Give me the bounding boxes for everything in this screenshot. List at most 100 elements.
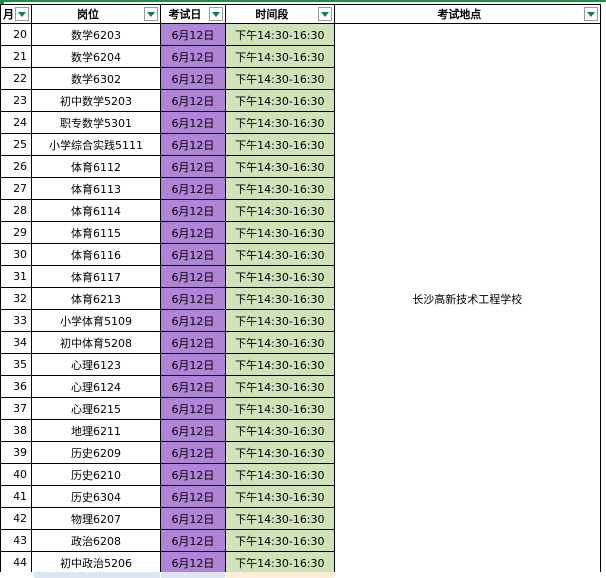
cell-date[interactable]: 6月12日 (159, 199, 227, 222)
cell-number[interactable]: 22 (0, 67, 33, 90)
cell-number[interactable]: 38 (0, 419, 33, 442)
cell-number[interactable]: 31 (0, 265, 33, 288)
cell-date[interactable]: 6月12日 (159, 133, 227, 156)
cell-time[interactable]: 下午14:30-16:30 (225, 45, 335, 68)
cell-date[interactable]: 6月12日 (159, 309, 227, 332)
cell-position[interactable]: 体育6112 (31, 155, 161, 178)
cell-number[interactable]: 43 (0, 529, 33, 552)
cell-position[interactable]: 心理6123 (31, 353, 161, 376)
cell-time[interactable]: 下午14:30-16:30 (225, 67, 335, 90)
cell-date[interactable]: 6月12日 (159, 177, 227, 200)
cell-position[interactable]: 初中政治5206 (31, 551, 161, 574)
cell-date[interactable]: 6月12日 (159, 353, 227, 376)
cell-position[interactable]: 数学6203 (31, 23, 161, 46)
cell-time[interactable]: 下午14:30-16:30 (225, 353, 335, 376)
cell-number[interactable]: 41 (0, 485, 33, 508)
cell-time[interactable]: 下午14:30-16:30 (225, 551, 335, 574)
cell-date[interactable]: 6月12日 (159, 529, 227, 552)
cell-location-merged[interactable]: 长沙高新技术工程学校 (333, 23, 602, 574)
cell-position[interactable]: 心理6124 (31, 375, 161, 398)
cell-number[interactable]: 20 (0, 23, 33, 46)
cell-position[interactable]: 物理6207 (31, 507, 161, 530)
cell-time[interactable]: 下午14:30-16:30 (225, 89, 335, 112)
cell-date[interactable]: 6月12日 (159, 441, 227, 464)
cell-number[interactable]: 34 (0, 331, 33, 354)
cell-date[interactable]: 6月12日 (159, 243, 227, 266)
cell-position[interactable]: 政治6208 (31, 529, 161, 552)
cell-time[interactable]: 下午14:30-16:30 (225, 287, 335, 310)
cell-number[interactable]: 33 (0, 309, 33, 332)
cell-number[interactable]: 37 (0, 397, 33, 420)
cell-time[interactable]: 下午14:30-16:30 (225, 309, 335, 332)
cell-position[interactable]: 历史6210 (31, 463, 161, 486)
filter-dropdown-icon[interactable] (317, 7, 332, 21)
cell-number[interactable]: 44 (0, 551, 33, 574)
cell-time[interactable]: 下午14:30-16:30 (225, 23, 335, 46)
cell-date[interactable]: 6月12日 (159, 287, 227, 310)
filter-dropdown-icon[interactable] (15, 7, 30, 21)
cell-time[interactable]: 下午14:30-16:30 (225, 111, 335, 134)
cell-position[interactable]: 体育6213 (31, 287, 161, 310)
cell-position[interactable]: 体育6116 (31, 243, 161, 266)
cell-date[interactable]: 6月12日 (159, 89, 227, 112)
cell-number[interactable]: 27 (0, 177, 33, 200)
cell-number[interactable]: 40 (0, 463, 33, 486)
cell-position[interactable]: 初中数学5203 (31, 89, 161, 112)
cell-date[interactable]: 6月12日 (159, 221, 227, 244)
cell-position[interactable]: 小学体育5109 (31, 309, 161, 332)
cell-time[interactable]: 下午14:30-16:30 (225, 155, 335, 178)
cell-number[interactable]: 36 (0, 375, 33, 398)
cell-date[interactable]: 6月12日 (159, 331, 227, 354)
cell-position[interactable]: 初中体育5208 (31, 331, 161, 354)
cell-number[interactable]: 25 (0, 133, 33, 156)
cell-time[interactable]: 下午14:30-16:30 (225, 463, 335, 486)
cell-time[interactable]: 下午14:30-16:30 (225, 221, 335, 244)
cell-position[interactable]: 数学6302 (31, 67, 161, 90)
cell-number[interactable]: 28 (0, 199, 33, 222)
cell-position[interactable]: 体育6117 (31, 265, 161, 288)
cell-time[interactable]: 下午14:30-16:30 (225, 199, 335, 222)
cell-number[interactable]: 35 (0, 353, 33, 376)
cell-number[interactable]: 32 (0, 287, 33, 310)
filter-dropdown-icon[interactable] (209, 7, 224, 21)
cell-position[interactable]: 小学综合实践5111 (31, 133, 161, 156)
cell-date[interactable]: 6月12日 (159, 507, 227, 530)
cell-number[interactable]: 24 (0, 111, 33, 134)
cell-date[interactable]: 6月12日 (159, 485, 227, 508)
cell-date[interactable]: 6月12日 (159, 23, 227, 46)
cell-time[interactable]: 下午14:30-16:30 (225, 265, 335, 288)
cell-number[interactable]: 23 (0, 89, 33, 112)
cell-position[interactable]: 历史6209 (31, 441, 161, 464)
cell-number[interactable]: 29 (0, 221, 33, 244)
cell-time[interactable]: 下午14:30-16:30 (225, 529, 335, 552)
cell-date[interactable]: 6月12日 (159, 397, 227, 420)
filter-dropdown-icon[interactable] (143, 7, 158, 21)
cell-position[interactable]: 地理6211 (31, 419, 161, 442)
cell-time[interactable]: 下午14:30-16:30 (225, 243, 335, 266)
cell-time[interactable]: 下午14:30-16:30 (225, 133, 335, 156)
cell-position[interactable]: 职专数学5301 (31, 111, 161, 134)
cell-time[interactable]: 下午14:30-16:30 (225, 507, 335, 530)
cell-number[interactable]: 26 (0, 155, 33, 178)
cell-position[interactable]: 数学6204 (31, 45, 161, 68)
cell-date[interactable]: 6月12日 (159, 463, 227, 486)
cell-number[interactable]: 30 (0, 243, 33, 266)
cell-time[interactable]: 下午14:30-16:30 (225, 441, 335, 464)
cell-time[interactable]: 下午14:30-16:30 (225, 419, 335, 442)
cell-position[interactable]: 心理6215 (31, 397, 161, 420)
cell-date[interactable]: 6月12日 (159, 419, 227, 442)
cell-number[interactable]: 42 (0, 507, 33, 530)
cell-date[interactable]: 6月12日 (159, 155, 227, 178)
cell-time[interactable]: 下午14:30-16:30 (225, 397, 335, 420)
filter-dropdown-icon[interactable] (584, 7, 598, 21)
cell-date[interactable]: 6月12日 (159, 45, 227, 68)
cell-date[interactable]: 6月12日 (159, 67, 227, 90)
cell-position[interactable]: 体育6113 (31, 177, 161, 200)
cell-position[interactable]: 体育6115 (31, 221, 161, 244)
cell-number[interactable]: 21 (0, 45, 33, 68)
cell-date[interactable]: 6月12日 (159, 375, 227, 398)
cell-date[interactable]: 6月12日 (159, 551, 227, 574)
cell-time[interactable]: 下午14:30-16:30 (225, 375, 335, 398)
cell-date[interactable]: 6月12日 (159, 111, 227, 134)
cell-number[interactable]: 39 (0, 441, 33, 464)
